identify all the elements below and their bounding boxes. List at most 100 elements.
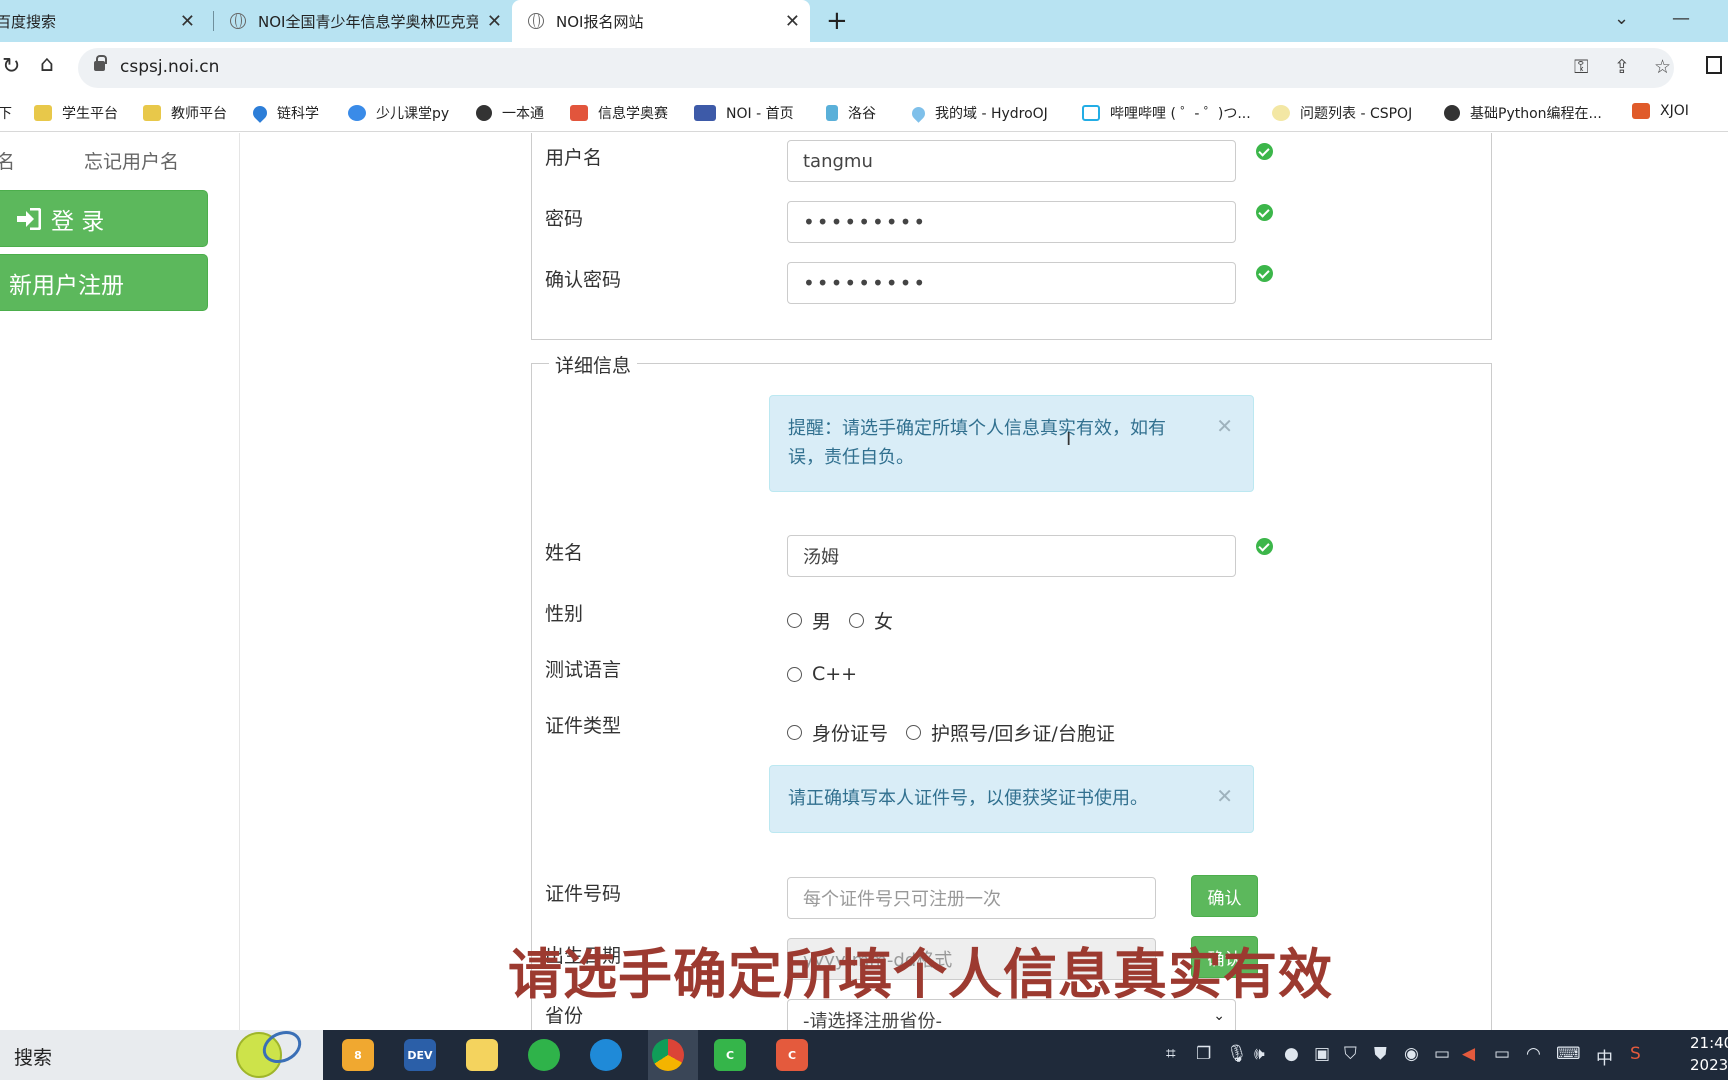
bookmark-item[interactable]: 链科学 (250, 103, 319, 123)
id-notice-text: 请正确填写本人证件号，以便获奖证书使用。 (788, 788, 1148, 809)
bookmark-item[interactable]: 一本通 (476, 103, 544, 123)
confirm-password-input[interactable]: ••••••••• (787, 262, 1236, 304)
reload-icon[interactable]: ↻ (2, 54, 20, 79)
home-icon[interactable]: ⌂ (40, 52, 54, 77)
bookmark-item[interactable]: 基础Python编程在... (1444, 103, 1602, 123)
globe-icon (528, 13, 544, 29)
minimize-icon[interactable]: — (1672, 8, 1690, 29)
bookmark-cut[interactable]: 下 (0, 103, 12, 123)
tab-noi-registration[interactable]: NOI报名网站 ✕ (512, 0, 810, 42)
taskbar-clock[interactable]: 21:40 2023/8 (1690, 1032, 1728, 1076)
video-subtitle: 请选手确定所填个人信息真实有效 (508, 943, 1333, 1006)
gender-male-label: 男 (812, 611, 832, 633)
bookmark-item[interactable]: 哔哩哔哩 ( ゜- ゜)つ... (1082, 103, 1251, 123)
id-notice-alert: 请正确填写本人证件号，以便获奖证书使用。 ✕ (769, 765, 1254, 833)
mute-icon[interactable]: ◀ (1462, 1044, 1475, 1064)
sidebar-panel-icon[interactable] (1706, 56, 1722, 74)
name-input[interactable]: 汤姆 (787, 535, 1236, 577)
check-icon (1256, 204, 1273, 221)
password-input[interactable]: ••••••••• (787, 201, 1236, 243)
ime-indicator[interactable]: 中 (1596, 1044, 1613, 1069)
crop-icon[interactable]: ⌗ (1166, 1044, 1176, 1064)
forgot-cut-link[interactable]: 名 (0, 147, 15, 174)
nvidia-icon[interactable]: ▣ (1314, 1044, 1330, 1064)
tab-title: NOI报名网站 (556, 12, 644, 31)
id-number-label: 证件号码 (545, 883, 622, 905)
folder-icon[interactable]: ▭ (1434, 1044, 1450, 1064)
close-icon[interactable]: ✕ (487, 11, 502, 32)
id-number-input[interactable]: 每个证件号只可注册一次 (787, 877, 1156, 919)
bookmark-item[interactable]: 洛谷 (826, 103, 876, 123)
recorder-icon[interactable]: C (776, 1039, 808, 1071)
bookmark-item[interactable]: XJOI (1632, 103, 1689, 119)
language-cpp-radio[interactable] (787, 666, 802, 682)
language-cpp-label: C++ (812, 663, 858, 685)
copy-icon[interactable]: ❐ (1196, 1044, 1211, 1064)
camtasia-icon[interactable]: C (714, 1039, 746, 1071)
microphone-icon[interactable]: 🎙 (1226, 1044, 1248, 1064)
id-card-radio[interactable] (787, 725, 802, 740)
confirm-label: 确认 (1207, 888, 1242, 909)
security-shield-icon[interactable]: ⛉ (1344, 1044, 1357, 1064)
key-icon[interactable]: ⚿ (1574, 56, 1588, 78)
id-card-label: 身份证号 (812, 723, 889, 745)
close-icon[interactable]: ✕ (180, 11, 195, 32)
close-icon[interactable]: ✕ (785, 11, 800, 32)
forgot-username-link[interactable]: 忘记用户名 (84, 147, 179, 174)
globe-icon (476, 105, 492, 121)
gender-label: 性别 (545, 603, 584, 625)
id-confirm-button[interactable]: 确认 (1191, 875, 1258, 917)
bookmark-label: 我的域 - HydroOJ (935, 106, 1048, 122)
new-tab-icon[interactable]: + (826, 6, 848, 36)
speaker-icon[interactable]: 🕪 (1254, 1044, 1265, 1064)
taskbar-search-label: 搜索 (14, 1047, 53, 1069)
passport-radio[interactable] (906, 725, 922, 740)
register-label: 新用户注册 (9, 272, 124, 299)
username-input[interactable]: tangmu (787, 140, 1236, 182)
notes-app-icon[interactable]: 8 (342, 1039, 374, 1071)
close-icon[interactable]: ✕ (1216, 782, 1233, 811)
sign-in-icon (17, 207, 41, 230)
bookmark-icon (143, 105, 161, 121)
id-type-label: 证件类型 (545, 715, 622, 737)
tab-noi-competition[interactable]: NOI全国青少年信息学奥林匹克竞赛 ✕ (222, 0, 512, 42)
login-button[interactable]: 登 录 (0, 190, 208, 247)
close-icon[interactable]: ✕ (1216, 412, 1233, 441)
bookmark-item[interactable]: 信息学奥赛 (570, 103, 668, 123)
edge-dev-icon[interactable] (590, 1039, 622, 1071)
defender-icon[interactable]: ⛊ (1374, 1044, 1387, 1064)
address-bar[interactable]: cspsj.noi.cn ⚿ ⇪ ☆ (78, 48, 1674, 88)
wechat-tray-icon[interactable]: ● (1284, 1044, 1299, 1064)
bookmark-item[interactable]: 学生平台 (34, 103, 118, 123)
bookmarks-bar: 下 学生平台 教师平台 链科学 少儿课堂py 一本通 信息学奥赛 NOI - 首… (0, 94, 1728, 132)
wechat-icon[interactable] (528, 1039, 560, 1071)
sogou-icon[interactable]: S (1630, 1044, 1641, 1064)
app-tray-icon[interactable]: ◉ (1404, 1044, 1419, 1064)
register-button[interactable]: 新用户注册 (0, 254, 208, 311)
star-icon[interactable]: ☆ (1654, 56, 1671, 78)
gender-male-radio[interactable] (787, 613, 802, 628)
battery-icon[interactable]: ▭ (1494, 1044, 1510, 1064)
taskbar-search[interactable]: 搜索 (0, 1024, 323, 1080)
chrome-icon[interactable] (652, 1039, 684, 1071)
tab-baidu[interactable]: 百度搜索 ✕ (0, 0, 205, 42)
tab-search-chevron-icon[interactable]: ⌄ (1614, 8, 1629, 29)
dev-cpp-icon[interactable]: DEV (404, 1039, 436, 1071)
gender-female-radio[interactable] (849, 613, 865, 628)
bookmark-item[interactable]: 教师平台 (143, 103, 227, 123)
python-icon[interactable] (466, 1039, 498, 1071)
confirm-password-value: ••••••••• (803, 271, 928, 295)
bookmark-item[interactable]: 少儿课堂py (348, 103, 449, 123)
bookmark-item[interactable]: 我的域 - HydroOJ (909, 103, 1048, 123)
url-text: cspsj.noi.cn (120, 57, 220, 77)
bookmark-item[interactable]: 问题列表 - CSPOJ (1272, 103, 1412, 123)
login-label: 登 录 (51, 208, 105, 235)
keyboard-icon[interactable]: ⌨ (1556, 1044, 1581, 1064)
bookmark-item[interactable]: NOI - 首页 (694, 103, 794, 123)
reminder-alert: 提醒：请选手确定所填个人信息真实有效，如有误，责任自负。 ✕ (769, 395, 1254, 492)
bookmark-label: 哔哩哔哩 ( ゜- ゜)つ... (1110, 106, 1251, 122)
lock-icon (94, 55, 107, 71)
reminder-text: 提醒：请选手确定所填个人信息真实有效，如有误，责任自负。 (788, 418, 1166, 468)
share-icon[interactable]: ⇪ (1614, 56, 1630, 78)
wifi-icon[interactable]: ◠ (1526, 1044, 1541, 1064)
